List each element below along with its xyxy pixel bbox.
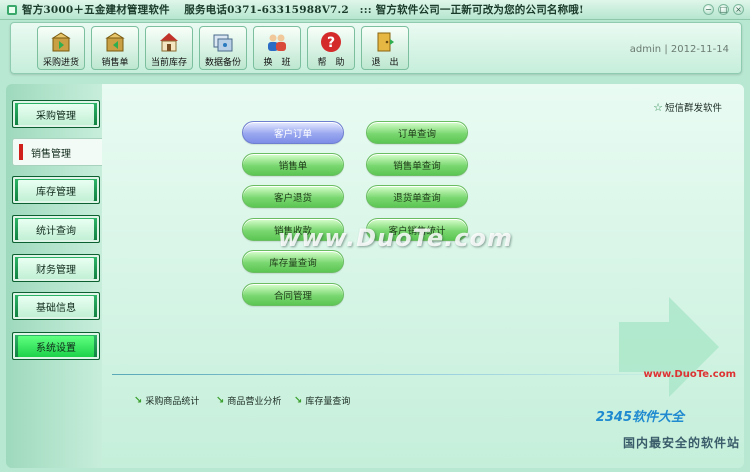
order-query-button[interactable]: 订单查询 (366, 121, 468, 144)
stock-query-button[interactable]: 库存量查询 (242, 250, 344, 273)
sidebar-item-inventory[interactable]: 库存管理 (12, 176, 100, 204)
user-info: admin | 2012-11-14 (629, 44, 729, 55)
arrow-icon: ↘ (216, 395, 225, 406)
svg-text:?: ? (327, 35, 335, 51)
sidebar-item-statistics[interactable]: 统计查询 (12, 215, 100, 243)
purchase-button[interactable]: 采购进货 (37, 26, 85, 70)
customer-return-button[interactable]: 客户退货 (242, 185, 344, 208)
shift-button[interactable]: 换 班 (253, 26, 301, 70)
arrow-icon: ↘ (294, 395, 303, 406)
backup-button[interactable]: 数据备份 (199, 26, 247, 70)
arrow-decoration (619, 297, 719, 397)
close-button[interactable]: × (733, 4, 744, 15)
purchase-stats-link[interactable]: ↘ 采购商品统计 (134, 394, 199, 407)
return-query-button[interactable]: 退货单查询 (366, 185, 468, 208)
sms-link[interactable]: ☆ 短信群发软件 (653, 100, 722, 115)
minimize-button[interactable]: − (703, 4, 714, 15)
current-date: 2012-11-14 (670, 44, 729, 55)
users-icon (268, 34, 286, 51)
sidebar-item-finance[interactable]: 财务管理 (12, 254, 100, 282)
sales-icon (105, 32, 125, 52)
purchase-icon (51, 32, 71, 52)
house-icon (160, 33, 178, 52)
app-icon (7, 4, 17, 15)
help-button[interactable]: ? 帮 助 (307, 26, 355, 70)
sidebar-item-settings[interactable]: 系统设置 (12, 332, 100, 360)
star-icon: ☆ (653, 100, 663, 114)
maximize-button[interactable]: □ (718, 4, 729, 15)
brand-watermark: 2345软件大全 (595, 410, 684, 425)
exit-button[interactable]: 退 出 (361, 26, 409, 70)
help-icon: ? (321, 32, 341, 52)
sales-query-button[interactable]: 销售单查询 (366, 153, 468, 176)
backup-icon (213, 34, 233, 52)
stock-button[interactable]: 当前库存 (145, 26, 193, 70)
window-controls: − □ × (703, 4, 744, 15)
window-title: 智方3000＋五金建材管理软件 服务电话0371-63315988V7.2 ::… (22, 4, 584, 16)
duote-watermark: www.DuoTe.com (278, 224, 513, 252)
sales-order-button[interactable]: 销售单 (242, 153, 344, 176)
user-name: admin (629, 44, 662, 55)
sales-button[interactable]: 销售单 (91, 26, 139, 70)
divider (112, 374, 692, 375)
sidebar-item-sales[interactable]: 销售管理 (12, 138, 108, 166)
customer-order-button[interactable]: 客户订单 (242, 121, 344, 144)
sidebar: 采购管理 销售管理 库存管理 统计查询 财务管理 基础信息 系统设置 (6, 84, 108, 468)
title-bar: 智方3000＋五金建材管理软件 服务电话0371-63315988V7.2 ::… (0, 0, 750, 20)
stock-query-link[interactable]: ↘ 库存量查询 (294, 394, 350, 407)
exit-icon (377, 32, 394, 52)
sidebar-item-purchase[interactable]: 采购管理 (12, 100, 100, 128)
contract-button[interactable]: 合同管理 (242, 283, 344, 306)
duote-small-watermark: www.DuoTe.com (643, 369, 736, 380)
business-analysis-link[interactable]: ↘ 商品营业分析 (216, 394, 281, 407)
toolbar: 采购进货 销售单 当前库存 数据备份 换 班 ? 帮 助 退 出 admin |… (10, 22, 742, 74)
sidebar-item-basic-info[interactable]: 基础信息 (12, 292, 100, 320)
main-panel: ☆ 短信群发软件 客户订单 销售单 客户退货 销售收款 库存量查询 合同管理 订… (102, 84, 744, 468)
active-marker (19, 144, 23, 160)
slogan-watermark: 国内最安全的软件站 (622, 436, 740, 450)
arrow-icon: ↘ (134, 395, 143, 406)
